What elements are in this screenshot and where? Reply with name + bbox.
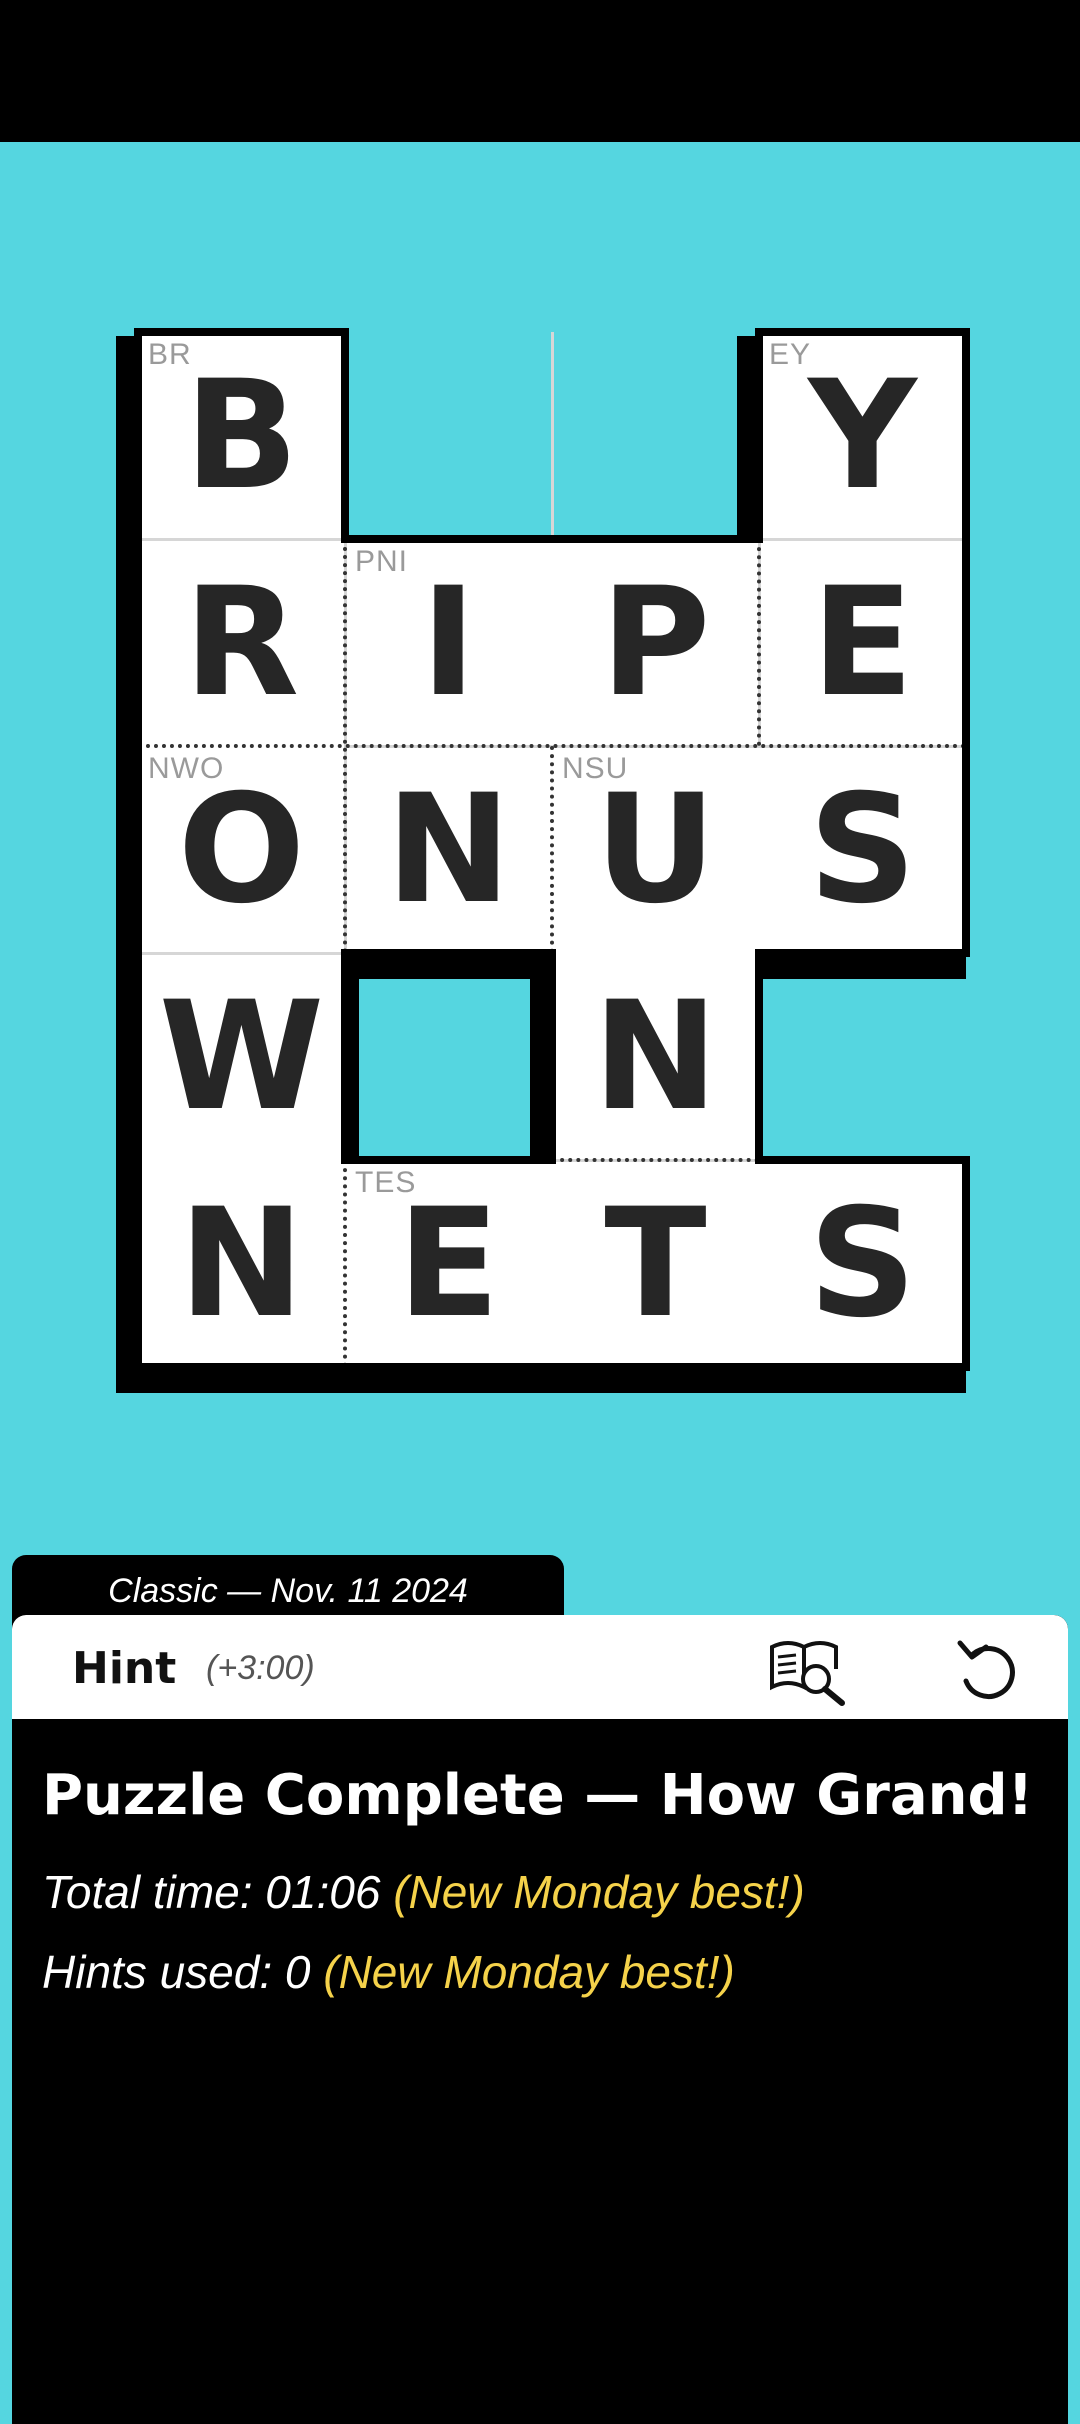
- cell-clue-letters: NSU: [562, 752, 629, 785]
- board-outline: [341, 535, 763, 543]
- crossword-cell[interactable]: O NWO: [138, 746, 345, 953]
- word-separator: [550, 746, 554, 953]
- hints-used-note: (New Monday best!): [323, 1946, 735, 1998]
- cell-letter: S: [808, 762, 917, 937]
- cell-letter: R: [183, 555, 300, 730]
- book-magnifier-icon[interactable]: [764, 1629, 854, 1709]
- word-separator: [343, 539, 347, 953]
- hints-used-label: Hints used: 0: [42, 1946, 311, 1998]
- cell-clue-letters: PNI: [355, 545, 409, 578]
- cell-letter: N: [385, 762, 512, 937]
- grid-line: [138, 538, 345, 541]
- crossword-cell[interactable]: T: [552, 1160, 759, 1367]
- hint-button[interactable]: Hint: [72, 1643, 176, 1694]
- cell-letter: N: [592, 969, 719, 1144]
- hints-used-stat: Hints used: 0 (New Monday best!): [42, 1945, 735, 1999]
- cell-letter: W: [158, 969, 325, 1144]
- board-outline: [134, 328, 142, 1371]
- crossword-cell[interactable]: E: [759, 539, 966, 746]
- crossword-cell[interactable]: U NSU: [552, 746, 759, 953]
- cell-letter: E: [811, 555, 914, 730]
- board-outline: [962, 1156, 970, 1371]
- grid-line: [759, 538, 966, 541]
- crossword-cell[interactable]: E TES: [345, 1160, 552, 1367]
- word-separator: [552, 1158, 759, 1162]
- crossword-cell[interactable]: N: [138, 1160, 345, 1367]
- board-outline: [134, 328, 349, 336]
- board-outline: [341, 949, 556, 957]
- total-time-stat: Total time: 01:06 (New Monday best!): [42, 1865, 805, 1919]
- toolbar: Hint (+3:00): [12, 1615, 1068, 1719]
- completion-title: Puzzle Complete — How Grand!: [42, 1763, 1034, 1828]
- puzzle-board: B BR Y EY R I PNI P E O NWO N U NSU S W N N E TES T S: [0, 0, 1080, 1450]
- board-outline: [755, 328, 763, 543]
- cell-letter: N: [178, 1176, 305, 1351]
- board-outline: [341, 328, 349, 543]
- board-outline: [548, 949, 556, 1164]
- crossword-cell[interactable]: P: [552, 539, 759, 746]
- cell-clue-letters: BR: [148, 338, 192, 371]
- crossword-cell[interactable]: N: [552, 953, 759, 1160]
- crossword-cell[interactable]: N: [345, 746, 552, 953]
- undo-icon[interactable]: [942, 1629, 1032, 1709]
- board-outline: [755, 949, 763, 1164]
- cell-letter: T: [604, 1176, 707, 1351]
- cell-letter: S: [808, 1176, 917, 1351]
- hint-penalty: (+3:00): [206, 1649, 315, 1687]
- word-separator: [757, 539, 761, 746]
- crossword-cell[interactable]: R: [138, 539, 345, 746]
- board-outline: [755, 949, 970, 957]
- word-separator: [343, 1160, 347, 1367]
- crossword-cell[interactable]: I PNI: [345, 539, 552, 746]
- crossword-cell[interactable]: B BR: [138, 332, 345, 539]
- cell-clue-letters: TES: [355, 1166, 417, 1199]
- crossword-cell[interactable]: Y EY: [759, 332, 966, 539]
- board-outline: [962, 328, 970, 957]
- cell-clue-letters: NWO: [148, 752, 225, 785]
- board-outline: [755, 328, 970, 336]
- board-outline: [755, 1156, 970, 1164]
- board-hole: [341, 949, 359, 1164]
- board-outline: [341, 1156, 556, 1164]
- crossword-cell[interactable]: W: [138, 953, 345, 1160]
- cell-letter: P: [600, 555, 711, 730]
- puzzle-date-label: Classic — Nov. 11 2024: [108, 1571, 468, 1610]
- board-outline: [134, 1363, 970, 1371]
- cell-clue-letters: EY: [769, 338, 812, 371]
- crossword-cell[interactable]: S: [759, 1160, 966, 1367]
- crossword-cell[interactable]: S: [759, 746, 966, 953]
- grid-line: [138, 952, 345, 955]
- total-time-label: Total time: 01:06: [42, 1866, 381, 1918]
- total-time-note: (New Monday best!): [393, 1866, 805, 1918]
- result-panel: Hint (+3:00) Puzzle Complete — How Grand…: [12, 1615, 1068, 2424]
- grid-line: [551, 332, 554, 539]
